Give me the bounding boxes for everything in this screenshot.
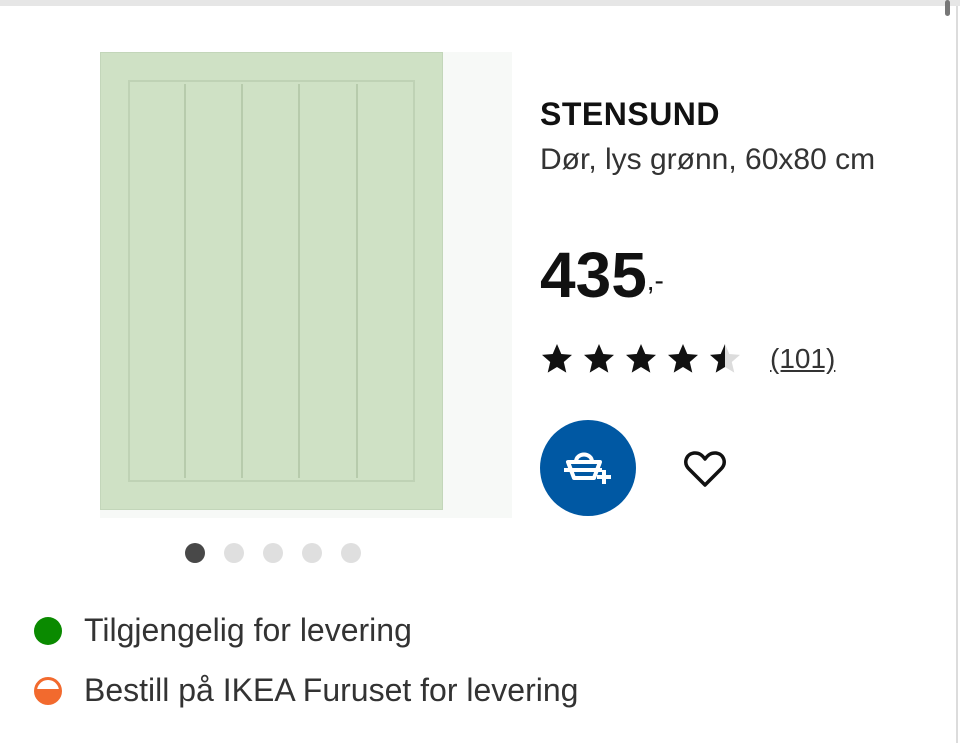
carousel-dot[interactable] (263, 543, 283, 563)
product-name: STENSUND (540, 96, 721, 132)
star-icon (584, 344, 614, 373)
door-groove (241, 84, 243, 478)
availability-text: Bestill på IKEA Furuset for levering (84, 672, 579, 708)
availability-store: Bestill på IKEA Furuset for levering (34, 672, 578, 709)
star-icon (668, 344, 698, 373)
product-image[interactable] (100, 52, 512, 518)
star-rating (540, 342, 742, 376)
carousel-dot[interactable] (185, 543, 205, 563)
half-orange-dot-icon (34, 676, 62, 705)
price: 435,- (540, 240, 664, 310)
carousel-dot[interactable] (302, 543, 322, 563)
carousel-dots (185, 543, 361, 563)
review-count-link[interactable]: (101) (770, 343, 835, 375)
top-border (0, 0, 960, 6)
rating[interactable]: (101) (540, 342, 835, 376)
price-suffix: ,- (646, 265, 664, 296)
star-icon (626, 344, 656, 373)
door-groove (356, 84, 358, 478)
heart-icon (684, 451, 726, 487)
door-frame (128, 80, 415, 482)
star-icon (542, 344, 572, 373)
page-edge (956, 6, 958, 743)
green-dot-icon (34, 616, 62, 645)
door-groove (298, 84, 300, 478)
door-groove (184, 84, 186, 478)
price-value: 435 (540, 239, 647, 311)
door-panel (100, 52, 443, 510)
star-icon (710, 344, 740, 373)
carousel-dot[interactable] (224, 543, 244, 563)
add-to-cart-button[interactable] (540, 420, 636, 516)
product-description: Dør, lys grønn, 60x80 cm (540, 143, 876, 176)
scrollbar-thumb[interactable] (945, 0, 950, 16)
availability-text: Tilgjengelig for levering (84, 612, 412, 648)
carousel-dot[interactable] (341, 543, 361, 563)
cart-add-icon (564, 452, 611, 484)
favourite-button[interactable] (680, 444, 730, 494)
availability-delivery: Tilgjengelig for levering (34, 612, 412, 649)
